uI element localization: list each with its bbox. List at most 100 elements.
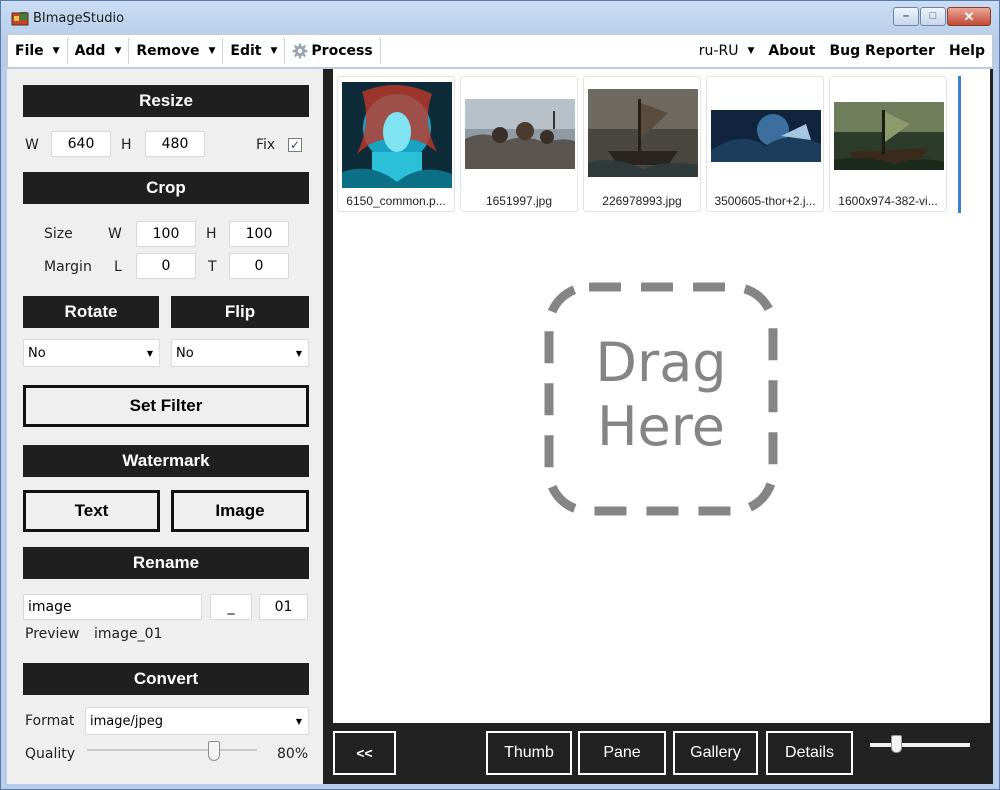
drop-zone-line1: Drag <box>595 331 727 394</box>
resize-h-label: H <box>121 137 132 153</box>
thumbnail-caption: 1651997.jpg <box>485 194 553 208</box>
thumbnail-item[interactable]: 1651997.jpg <box>460 76 578 212</box>
rename-name-input[interactable]: image <box>23 594 202 620</box>
pane-view-button[interactable]: Pane <box>578 731 666 775</box>
rename-preview-label: Preview <box>25 626 80 642</box>
menu-about[interactable]: About <box>761 38 822 64</box>
crop-width-input[interactable]: 100 <box>136 221 196 247</box>
rotate-select-value: No <box>28 345 46 361</box>
crop-h-label: H <box>206 226 217 242</box>
thumbnail-caption: 1600x974-382-vi... <box>838 194 938 208</box>
crop-top-input[interactable]: 0 <box>229 253 289 279</box>
convert-header[interactable]: Convert <box>23 663 309 695</box>
chevron-down-icon: ▼ <box>295 349 302 358</box>
chevron-down-icon: ▼ <box>52 46 60 56</box>
resize-w-label: W <box>25 137 39 153</box>
title-bar[interactable]: BImageStudio – □ ✕ <box>1 1 999 35</box>
resize-width-input[interactable]: 640 <box>51 131 111 157</box>
thumbnail-item[interactable]: 6150_common.p... <box>337 76 455 212</box>
fix-checkbox[interactable]: ✓ <box>288 138 302 152</box>
close-icon: ✕ <box>963 9 975 24</box>
crop-size-label: Size <box>44 226 73 242</box>
chevron-down-icon: ▼ <box>295 717 302 726</box>
menu-add[interactable]: Add ▼ <box>68 38 130 64</box>
chevron-down-icon: ▼ <box>747 46 755 56</box>
language-select[interactable]: ru-RU ▼ <box>692 38 762 64</box>
window-controls: – □ ✕ <box>892 7 991 26</box>
zoom-slider-thumb[interactable] <box>891 735 902 753</box>
thumbnail-item[interactable]: 1600x974-382-vi... <box>829 76 947 212</box>
menu-process-label: Process <box>311 43 373 59</box>
thumb-view-button[interactable]: Thumb <box>486 731 572 775</box>
maximize-icon: □ <box>929 10 937 22</box>
thumbnail-caption: 3500605-thor+2.j... <box>714 194 816 208</box>
menu-remove[interactable]: Remove ▼ <box>129 38 224 64</box>
maximize-button[interactable]: □ <box>920 7 946 26</box>
drop-zone-text: Drag Here <box>543 331 779 459</box>
thumbnail-image <box>711 110 821 162</box>
menu-help[interactable]: Help <box>942 38 992 64</box>
crop-height-input[interactable]: 100 <box>229 221 289 247</box>
set-filter-button[interactable]: Set Filter <box>23 385 309 427</box>
menu-bug-reporter-label: Bug Reporter <box>829 43 935 59</box>
settings-panel: Resize W 640 H 480 Fix ✓ Crop Size W 100… <box>7 69 323 784</box>
thumbnail-item[interactable]: 226978993.jpg <box>583 76 701 212</box>
back-button[interactable]: << <box>333 731 396 775</box>
drop-zone-line2: Here <box>596 395 726 458</box>
zoom-slider-track[interactable] <box>870 743 970 747</box>
thumbnail-item[interactable]: 3500605-thor+2.j... <box>706 76 824 212</box>
crop-margin-label: Margin <box>44 259 92 275</box>
language-label: ru-RU <box>698 43 739 59</box>
quality-value: 80% <box>277 746 309 762</box>
menu-help-label: Help <box>948 43 985 59</box>
rename-header[interactable]: Rename <box>23 547 309 579</box>
menu-remove-label: Remove <box>136 43 200 59</box>
quality-slider-thumb[interactable] <box>208 741 220 761</box>
quality-label: Quality <box>25 746 76 762</box>
rename-start-input[interactable]: 01 <box>259 594 308 620</box>
menu-file-label: File <box>15 43 44 59</box>
menu-bug-reporter[interactable]: Bug Reporter <box>823 38 942 64</box>
chevron-down-icon: ▼ <box>270 46 278 56</box>
crop-t-label: T <box>208 259 217 275</box>
details-view-button[interactable]: Details <box>766 731 853 775</box>
menu-bar: File ▼ Add ▼ Remove ▼ Edit ▼ Process ru-RU ▼ … <box>7 34 993 68</box>
resize-height-input[interactable]: 480 <box>145 131 205 157</box>
rotate-header[interactable]: Rotate <box>23 296 159 328</box>
flip-select[interactable]: No ▼ <box>171 339 309 367</box>
selection-indicator <box>958 76 961 213</box>
menu-process[interactable]: Process <box>285 38 381 64</box>
menu-edit[interactable]: Edit ▼ <box>223 38 286 64</box>
resize-header[interactable]: Resize <box>23 85 309 117</box>
close-button[interactable]: ✕ <box>947 7 991 26</box>
gear-icon <box>292 43 308 59</box>
thumbnail-caption: 226978993.jpg <box>602 194 682 208</box>
menu-file[interactable]: File ▼ <box>8 38 68 64</box>
rotate-select[interactable]: No ▼ <box>23 339 160 367</box>
crop-left-input[interactable]: 0 <box>136 253 196 279</box>
check-icon: ✓ <box>289 138 301 152</box>
format-label: Format <box>25 713 75 729</box>
chevron-down-icon: ▼ <box>114 46 122 56</box>
watermark-header[interactable]: Watermark <box>23 445 309 477</box>
watermark-image-button[interactable]: Image <box>171 490 309 532</box>
minimize-icon: – <box>902 10 910 22</box>
image-pane: 6150_common.p... 1651997.jpg 226978993.j… <box>323 69 993 784</box>
flip-select-value: No <box>176 345 194 361</box>
thumbnail-image <box>834 102 944 170</box>
crop-l-label: L <box>114 259 122 275</box>
menu-edit-label: Edit <box>230 43 262 59</box>
image-canvas[interactable]: 6150_common.p... 1651997.jpg 226978993.j… <box>333 69 990 723</box>
crop-w-label: W <box>108 226 122 242</box>
format-select-value: image/jpeg <box>90 713 163 729</box>
rename-preview-value: image_01 <box>94 626 163 642</box>
minimize-button[interactable]: – <box>893 7 919 26</box>
crop-header[interactable]: Crop <box>23 172 309 204</box>
flip-header[interactable]: Flip <box>171 296 309 328</box>
rename-separator-input[interactable]: _ <box>210 594 252 620</box>
app-icon <box>11 12 29 26</box>
gallery-view-button[interactable]: Gallery <box>673 731 758 775</box>
watermark-text-button[interactable]: Text <box>23 490 160 532</box>
format-select[interactable]: image/jpeg ▼ <box>85 707 309 735</box>
quality-slider-track[interactable] <box>87 749 257 751</box>
